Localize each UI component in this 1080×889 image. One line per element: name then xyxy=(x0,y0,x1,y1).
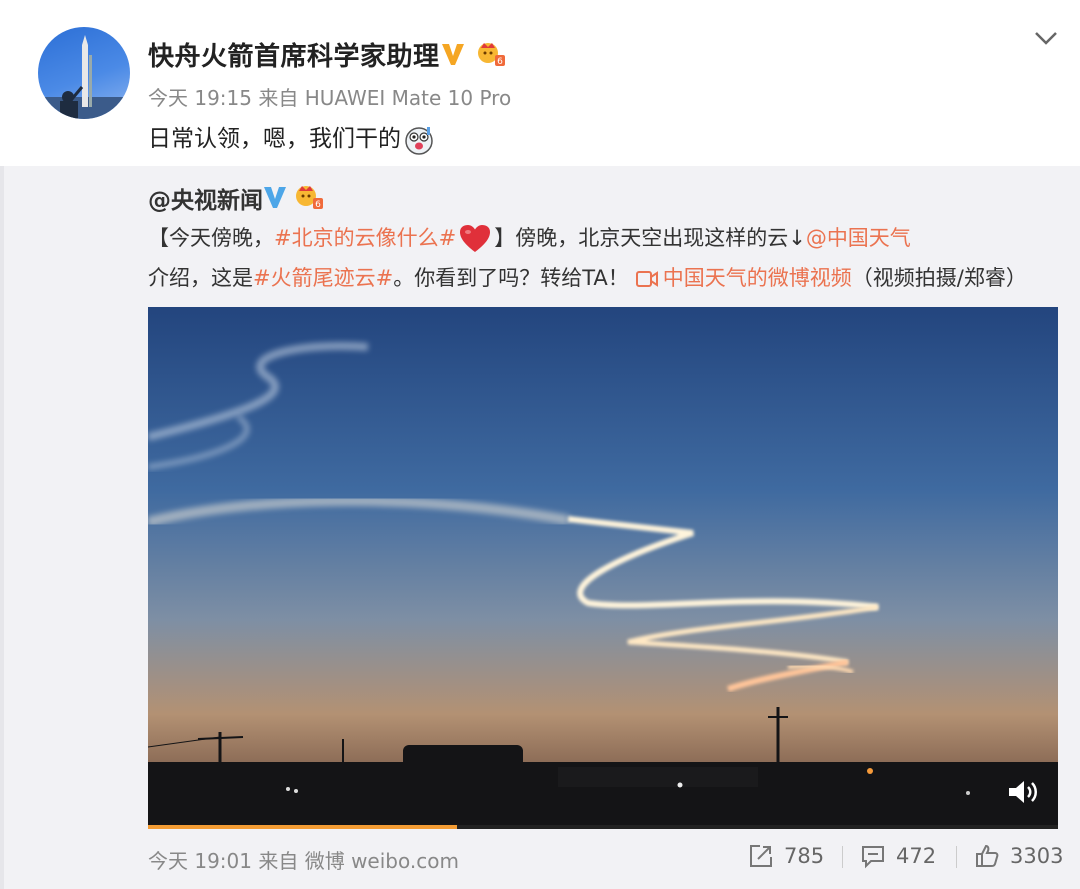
like-button[interactable]: 3303 xyxy=(974,843,1063,869)
mention-link[interactable]: @中国天气 xyxy=(806,226,911,250)
repost-author[interactable]: @央视新闻 xyxy=(148,181,263,215)
divider xyxy=(956,846,957,868)
post-meta: 今天 19:15 来自 HUAWEI Mate 10 Pro xyxy=(148,86,512,110)
volume-icon[interactable] xyxy=(1006,777,1040,807)
repost-text-line-2: 介绍，这是#火箭尾迹云#。你看到了吗？转给TA！ 中国天气的微博视频（视频拍摄/… xyxy=(148,262,1027,292)
svg-text:6: 6 xyxy=(497,57,503,67)
verified-v-icon xyxy=(442,44,464,65)
heart-emoji xyxy=(460,225,491,252)
like-icon xyxy=(976,844,999,867)
repost-text: （视频拍摄/郑睿） xyxy=(851,266,1027,290)
crown-badge-icon: 6 xyxy=(478,43,505,67)
repost-text: 介绍，这是 xyxy=(148,266,253,290)
author-avatar[interactable] xyxy=(38,27,130,119)
chevron-down-icon[interactable] xyxy=(1032,26,1060,50)
repost-text: 【今天傍晚， xyxy=(148,226,274,250)
post-text-content: 日常认领，嗯，我们干的 xyxy=(148,126,401,152)
comment-button[interactable]: 472 xyxy=(860,843,936,869)
repost-button[interactable]: 785 xyxy=(748,843,824,869)
repost-icon xyxy=(750,845,772,867)
author-name[interactable]: 快舟火箭首席科学家助理 xyxy=(148,36,440,73)
video-progress-fill xyxy=(148,825,458,829)
video-link[interactable]: 中国天气的微博视频 xyxy=(663,266,852,290)
hashtag-link[interactable]: #北京的云像什么# xyxy=(274,226,456,250)
verified-v-icon xyxy=(264,187,286,208)
comment-icon xyxy=(862,846,884,869)
like-count: 3303 xyxy=(1010,844,1064,868)
video-frame xyxy=(148,307,1058,829)
video-progress-bar[interactable] xyxy=(148,825,1058,829)
repost-text-line-1: 【今天傍晚，#北京的云像什么# 】傍晚，北京天空出现这样的云↓@中国天气 xyxy=(148,222,911,255)
comment-count: 472 xyxy=(896,844,937,868)
repost-text: 。你看到了吗？转给TA！ xyxy=(393,266,629,290)
surprised-face-emoji xyxy=(405,126,433,155)
crown-badge-icon: 6 xyxy=(296,186,323,210)
divider xyxy=(842,846,843,868)
repost-text: 】傍晚，北京天空出现这样的云↓ xyxy=(494,226,806,250)
svg-text:6: 6 xyxy=(315,200,321,210)
video-camera-icon xyxy=(635,271,658,287)
post-header: 快舟火箭首席科学家助理 6 今天 19:15 来自 HUAWEI Mate 10… xyxy=(0,0,1080,166)
repost-meta: 今天 19:01 来自 微博 weibo.com xyxy=(148,849,459,873)
repost-count: 785 xyxy=(784,844,825,868)
repost-author-name[interactable]: @央视新闻 xyxy=(148,188,263,214)
post-text: 日常认领，嗯，我们干的 xyxy=(148,119,435,156)
video-player[interactable] xyxy=(148,307,1058,829)
hashtag-link[interactable]: #火箭尾迹云# xyxy=(253,266,393,290)
